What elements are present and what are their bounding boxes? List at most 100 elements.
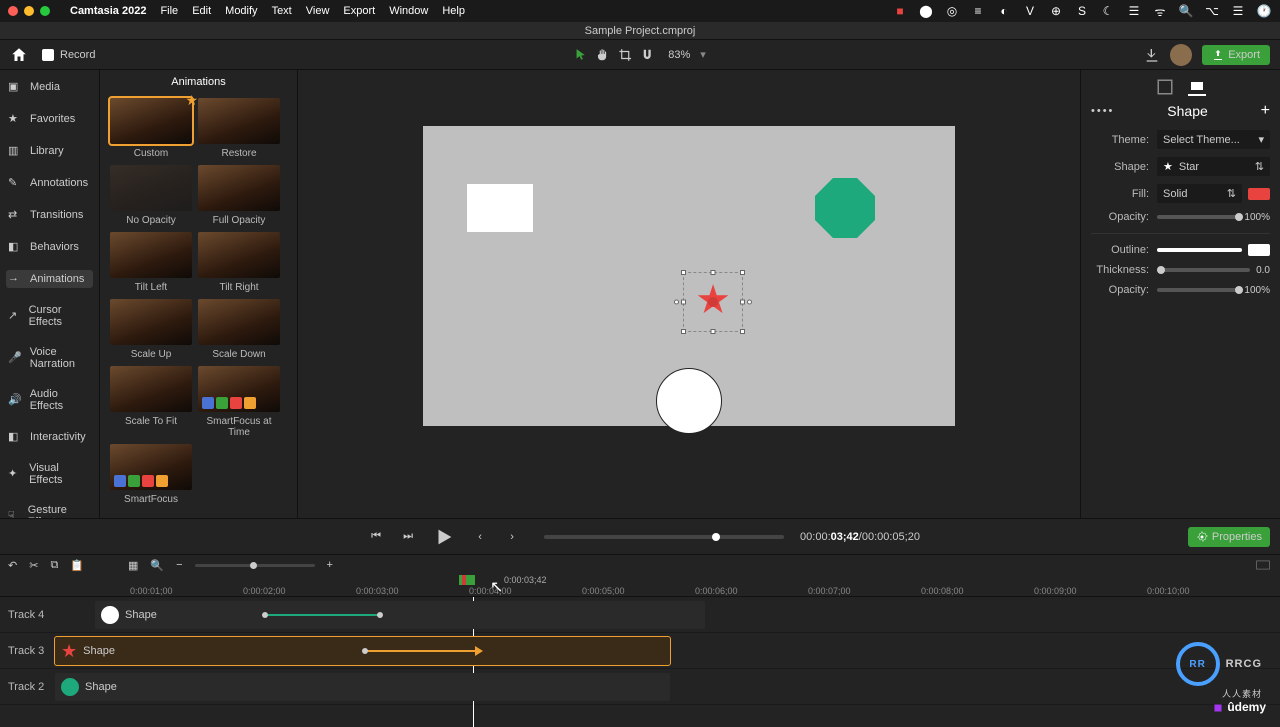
crop-tool-icon[interactable]	[618, 48, 632, 62]
timeline-clip[interactable]: Shape	[95, 601, 705, 629]
resize-handle[interactable]	[711, 329, 716, 334]
sidebar-item-visual-effects[interactable]: ✦Visual Effects	[6, 460, 93, 488]
animation-tile-custom[interactable]: ★Custom	[110, 98, 192, 159]
zoom-dropdown-icon[interactable]: ▾	[700, 48, 706, 61]
clock-icon[interactable]: 🕐	[1256, 3, 1272, 19]
sidebar-item-media[interactable]: ▣Media	[6, 78, 93, 96]
fill-select[interactable]: Solid⇅	[1157, 184, 1242, 203]
sidebar-item-annotations[interactable]: ✎Annotations	[6, 174, 93, 192]
track-header[interactable]: Track 4	[0, 609, 50, 621]
sidebar-item-audio-effects[interactable]: 🔊Audio Effects	[6, 386, 93, 414]
cut-icon[interactable]: ✂	[29, 559, 38, 572]
rotation-handle[interactable]	[674, 300, 679, 305]
step-back-icon[interactable]: ‹	[470, 527, 490, 547]
theme-select[interactable]: Select Theme...▾	[1157, 130, 1270, 149]
timeline-tab-icon[interactable]	[1256, 560, 1270, 570]
thickness-slider[interactable]	[1157, 268, 1250, 272]
animation-tile-full-opacity[interactable]: Full Opacity	[198, 165, 280, 226]
rotation-origin-handle[interactable]	[708, 297, 718, 307]
shape-star-selection[interactable]: ★	[683, 272, 743, 332]
opacity-slider[interactable]	[1157, 215, 1238, 219]
tray-icon[interactable]: ☰	[1126, 3, 1142, 19]
timeline-clip[interactable]: Shape	[55, 673, 670, 701]
animation-tile-tilt-right[interactable]: Tilt Right	[198, 232, 280, 293]
animation-tile-restore[interactable]: Restore	[198, 98, 280, 159]
menu-window[interactable]: Window	[389, 5, 428, 17]
playhead-marker[interactable]	[459, 575, 475, 585]
tray-icon[interactable]: ⬤	[918, 3, 934, 19]
track-header[interactable]: Track 2	[0, 681, 50, 693]
props-tab-annotation[interactable]	[1188, 78, 1206, 96]
prev-frame-icon[interactable]: ⏮	[366, 527, 386, 547]
props-tab-visual[interactable]	[1156, 78, 1174, 96]
menu-edit[interactable]: Edit	[192, 5, 211, 17]
sidebar-item-interactivity[interactable]: ◧Interactivity	[6, 428, 93, 446]
control-center-icon[interactable]: ⌥	[1204, 3, 1220, 19]
timeline-clip[interactable]: ★Shape	[55, 637, 670, 665]
outline-opacity-slider[interactable]	[1157, 288, 1238, 292]
animation-tile-smartfocus[interactable]: SmartFocus	[110, 444, 192, 505]
animation-tile-scale-up[interactable]: Scale Up	[110, 299, 192, 360]
cursor-tool-icon[interactable]	[574, 48, 588, 62]
shape-circle[interactable]	[656, 368, 722, 434]
tray-icon[interactable]: ☰	[1230, 3, 1246, 19]
timeline-ruler[interactable]: ↖ 0:00:03;42 0:00:01;000:00:02;000:00:03…	[0, 575, 1280, 597]
animation-tile-scale-down[interactable]: Scale Down	[198, 299, 280, 360]
menu-help[interactable]: Help	[442, 5, 465, 17]
hand-tool-icon[interactable]	[596, 48, 610, 62]
sidebar-item-transitions[interactable]: ⇄Transitions	[6, 206, 93, 224]
zoom-level[interactable]: 83%	[668, 49, 690, 61]
outline-color-swatch[interactable]	[1248, 244, 1270, 256]
shape-select[interactable]: ★Star⇅	[1157, 157, 1270, 176]
zoom-minus-icon[interactable]: −	[176, 559, 182, 571]
magnet-tool-icon[interactable]	[640, 48, 654, 62]
tray-icon[interactable]: ◐	[996, 3, 1012, 19]
step-forward-icon[interactable]: ›	[502, 527, 522, 547]
sidebar-item-animations[interactable]: →Animations	[6, 270, 93, 288]
user-avatar[interactable]	[1170, 44, 1192, 66]
tray-icon[interactable]: ≡	[970, 3, 986, 19]
copy-icon[interactable]: ⧉	[50, 559, 58, 572]
split-icon[interactable]: ▦	[128, 559, 138, 572]
tray-icon[interactable]: ⊕	[1048, 3, 1064, 19]
track-header[interactable]: Track 3	[0, 645, 50, 657]
animation-tile-no-opacity[interactable]: No Opacity	[110, 165, 192, 226]
play-icon[interactable]	[430, 523, 458, 551]
menu-export[interactable]: Export	[343, 5, 375, 17]
menu-view[interactable]: View	[306, 5, 330, 17]
animation-tile-smartfocus-at-time[interactable]: SmartFocus at Time	[198, 366, 280, 438]
tray-icon[interactable]: ᯤ	[1152, 3, 1168, 19]
next-frame-icon[interactable]: ⏭	[398, 527, 418, 547]
sidebar-item-favorites[interactable]: ★Favorites	[6, 110, 93, 128]
zoom-plus-icon[interactable]: +	[327, 559, 333, 571]
resize-handle[interactable]	[740, 329, 745, 334]
window-traffic-lights[interactable]	[8, 6, 50, 16]
undo-icon[interactable]: ↶	[8, 559, 17, 572]
properties-button[interactable]: Properties	[1188, 527, 1270, 547]
resize-handle[interactable]	[711, 270, 716, 275]
add-property-icon[interactable]: +	[1261, 102, 1270, 120]
animation-tile-scale-to-fit[interactable]: Scale To Fit	[110, 366, 192, 438]
sidebar-item-behaviors[interactable]: ◧Behaviors	[6, 238, 93, 256]
paste-icon[interactable]: 📋	[70, 559, 84, 572]
sidebar-item-cursor-effects[interactable]: ↗Cursor Effects	[6, 302, 93, 330]
tray-icon[interactable]: ■	[892, 3, 908, 19]
shape-octagon[interactable]	[815, 178, 875, 238]
shape-rectangle[interactable]	[467, 184, 533, 232]
menu-modify[interactable]: Modify	[225, 5, 257, 17]
scrub-slider[interactable]	[544, 535, 784, 539]
zoom-slider[interactable]	[195, 564, 315, 567]
resize-handle[interactable]	[681, 300, 686, 305]
tray-icon[interactable]: ◎	[944, 3, 960, 19]
search-icon[interactable]: 🔍	[1178, 3, 1194, 19]
zoom-out-icon[interactable]: 🔍	[150, 559, 164, 572]
record-button[interactable]: Record	[42, 49, 95, 61]
canvas[interactable]: ★	[423, 126, 955, 426]
animation-tile-tilt-left[interactable]: Tilt Left	[110, 232, 192, 293]
resize-handle[interactable]	[740, 300, 745, 305]
home-icon[interactable]	[10, 46, 28, 64]
outline-slider[interactable]	[1157, 248, 1242, 252]
resize-handle[interactable]	[740, 270, 745, 275]
download-icon[interactable]	[1144, 47, 1160, 63]
menu-file[interactable]: File	[160, 5, 178, 17]
